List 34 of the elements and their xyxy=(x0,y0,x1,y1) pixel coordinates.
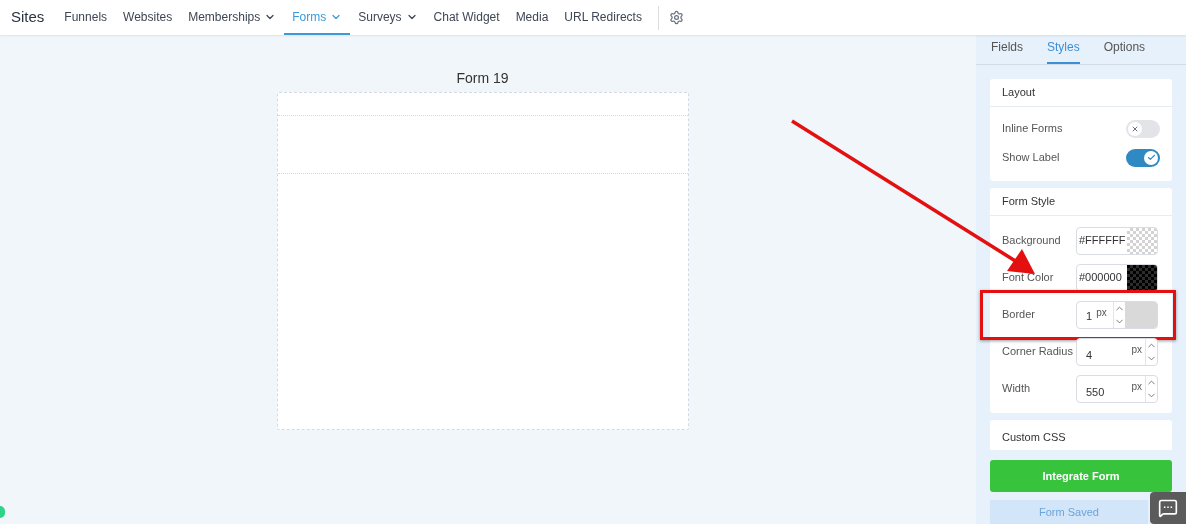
field-label: Corner Radius xyxy=(1002,344,1074,360)
nav-tab[interactable]: Funnels xyxy=(56,0,116,35)
nav-tab[interactable]: URL Redirects xyxy=(556,0,650,35)
field-label: Background xyxy=(1002,233,1062,249)
field-label: Font Color xyxy=(1002,270,1055,286)
chat-button[interactable] xyxy=(1150,492,1186,524)
settings-icon[interactable] xyxy=(668,10,684,25)
card-title: Form Style xyxy=(1002,194,1056,210)
form-title: Form 19 xyxy=(456,69,509,88)
brand-title: Sites xyxy=(10,7,46,28)
toggle-switch[interactable] xyxy=(1126,119,1160,138)
color-field[interactable]: #000000 xyxy=(1076,263,1158,292)
color-swatch[interactable] xyxy=(1127,264,1157,291)
panel-tab[interactable]: Options xyxy=(1103,38,1146,64)
color-field[interactable]: #FFFFFF xyxy=(1076,226,1158,255)
nav-tab[interactable]: Chat Widget xyxy=(425,0,508,35)
nav-tab[interactable]: Media xyxy=(507,0,557,35)
field-label: Width xyxy=(1002,381,1032,397)
toggle-label: Inline Forms xyxy=(1002,121,1063,137)
number-field[interactable]: 550 px xyxy=(1076,374,1158,403)
check-icon xyxy=(1146,153,1156,162)
nav-tab[interactable]: Memberships xyxy=(180,0,285,35)
chat-icon xyxy=(1158,498,1178,518)
field-label: Border xyxy=(1002,307,1037,323)
color-swatch[interactable] xyxy=(1127,227,1157,254)
x-icon xyxy=(1131,124,1139,133)
card-title: Custom CSS xyxy=(1002,431,1066,443)
nav-tab[interactable]: Websites xyxy=(115,0,181,35)
card-title: Layout xyxy=(1002,85,1036,101)
toggle-label: Show Label xyxy=(1002,150,1060,166)
number-field[interactable]: 4 px xyxy=(1076,337,1158,366)
panel-tab[interactable]: Fields xyxy=(991,38,1023,64)
toggle-switch[interactable] xyxy=(1126,148,1160,167)
nav-tab[interactable]: Surveys xyxy=(350,0,426,35)
